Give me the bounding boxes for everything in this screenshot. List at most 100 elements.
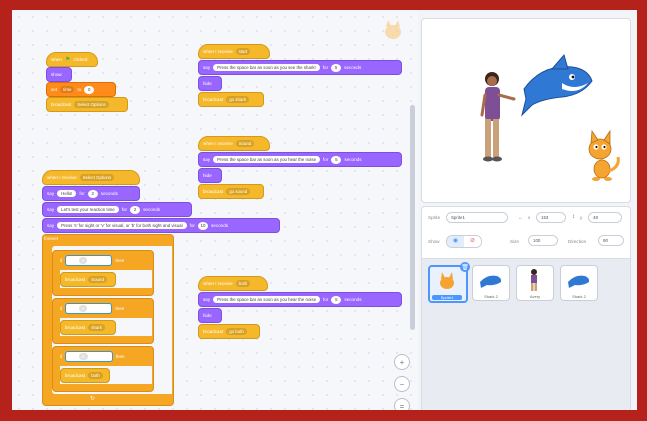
secs-input[interactable]: 5 bbox=[331, 155, 342, 164]
broadcast-block[interactable]: broadcast Select Options bbox=[46, 97, 128, 112]
sprite-list-pane: 🗑 Sprite1 Shark 2 Avery Shark 2 bbox=[421, 258, 631, 410]
secs-input[interactable]: 2 bbox=[87, 189, 98, 198]
value-input[interactable]: 0 bbox=[84, 85, 95, 94]
block-text: say bbox=[47, 223, 55, 228]
block-text: set bbox=[51, 87, 58, 92]
message-dropdown[interactable]: go shark bbox=[226, 96, 250, 103]
broadcast-block[interactable]: broadcast go shark bbox=[198, 92, 264, 107]
block-text: seconds bbox=[344, 157, 362, 162]
block-text: when bbox=[51, 57, 62, 62]
say-for-secs-block[interactable]: say Press the space bar as soon as you h… bbox=[198, 152, 402, 167]
sprite-tile-label: Shark 2 bbox=[484, 294, 498, 299]
message-dropdown[interactable]: Select Options bbox=[79, 174, 115, 181]
visibility-toggle[interactable]: ◉ ⊘ bbox=[446, 235, 482, 248]
size-label: Size bbox=[510, 239, 519, 244]
say-text-input[interactable]: Let's test your reaction time bbox=[57, 206, 119, 213]
say-for-secs-block[interactable]: say Press 's' for sight or 'v' for visua… bbox=[42, 218, 280, 233]
broadcast-block[interactable]: broadcast shark bbox=[60, 320, 116, 335]
say-text-input[interactable]: Press the space bar as soon as you hear … bbox=[213, 296, 321, 303]
say-text-input[interactable]: Hello! bbox=[57, 190, 77, 197]
avery-sprite-icon bbox=[480, 72, 516, 162]
message-dropdown[interactable]: start bbox=[235, 48, 251, 55]
zoom-out-button[interactable]: − bbox=[394, 376, 410, 392]
key-dropdown[interactable]: v bbox=[79, 304, 88, 312]
x-position-field[interactable]: 153 bbox=[536, 212, 566, 223]
hide-eye-icon[interactable]: ⊘ bbox=[464, 236, 481, 247]
zoom-reset-button[interactable]: = bbox=[394, 398, 410, 410]
size-field[interactable]: 100 bbox=[528, 235, 558, 246]
say-text-input[interactable]: Press the space bar as soon as you hear … bbox=[213, 156, 321, 163]
shark-sprite-icon bbox=[521, 53, 593, 117]
block-text: seconds bbox=[210, 223, 229, 228]
hide-block[interactable]: hide bbox=[198, 168, 222, 183]
key-dropdown[interactable]: s bbox=[79, 256, 88, 264]
when-i-receive-block[interactable]: when I receive start bbox=[198, 44, 270, 59]
broadcast-block[interactable]: broadcast Sound bbox=[60, 272, 116, 287]
message-dropdown[interactable]: both bbox=[235, 280, 251, 287]
show-block[interactable]: show bbox=[46, 67, 72, 82]
secs-input[interactable]: 10 bbox=[197, 221, 208, 230]
message-dropdown[interactable]: go sound bbox=[226, 188, 251, 195]
when-i-receive-block[interactable]: when I receive Sound bbox=[198, 136, 270, 151]
key-pressed-sensing-block[interactable]: key b pressed? bbox=[65, 350, 113, 362]
say-for-secs-block[interactable]: say Press the space bar as soon as you s… bbox=[198, 60, 402, 75]
sprite-tile-label: Avery bbox=[529, 294, 541, 299]
block-text: when I receive bbox=[47, 175, 77, 180]
code-area[interactable]: when ⚑ clicked show set time to 0 broadc… bbox=[12, 10, 418, 410]
when-flag-clicked-block[interactable]: when ⚑ clicked bbox=[46, 52, 98, 67]
message-dropdown[interactable]: both bbox=[88, 372, 103, 379]
show-eye-icon[interactable]: ◉ bbox=[447, 236, 464, 247]
message-dropdown[interactable]: go both bbox=[226, 328, 247, 335]
direction-field[interactable]: 90 bbox=[598, 235, 624, 246]
current-sprite-ghost-icon bbox=[385, 20, 401, 39]
say-text-input[interactable]: Press the space bar as soon as you see t… bbox=[213, 64, 320, 71]
message-dropdown[interactable]: Select Options bbox=[74, 101, 109, 108]
sprite-name-field[interactable]: Sprite1 bbox=[446, 212, 508, 223]
block-text: hide bbox=[203, 173, 212, 178]
shark-thumbnail-icon bbox=[568, 275, 590, 288]
say-for-secs-block[interactable]: say Hello! for 2 seconds bbox=[42, 186, 140, 201]
block-text: say bbox=[203, 297, 211, 302]
variable-dropdown[interactable]: time bbox=[60, 86, 75, 93]
message-dropdown[interactable]: Sound bbox=[235, 140, 255, 147]
hide-block[interactable]: hide bbox=[198, 308, 222, 323]
sprite-tile-shark-2-b[interactable]: Shark 2 bbox=[560, 265, 598, 301]
message-dropdown[interactable]: Sound bbox=[88, 276, 107, 283]
key-pressed-sensing-block[interactable]: key s pressed? bbox=[65, 254, 113, 266]
broadcast-block[interactable]: broadcast go both bbox=[198, 324, 260, 339]
stage[interactable] bbox=[421, 18, 631, 203]
block-text: for bbox=[79, 191, 85, 196]
key-dropdown[interactable]: b bbox=[79, 352, 88, 360]
scratch-editor: when ⚑ clicked show set time to 0 broadc… bbox=[12, 10, 637, 410]
zoom-in-button[interactable]: + bbox=[394, 354, 410, 370]
message-dropdown[interactable]: shark bbox=[88, 324, 105, 331]
broadcast-block[interactable]: broadcast go sound bbox=[198, 184, 264, 199]
block-text: seconds bbox=[344, 65, 362, 70]
hide-block[interactable]: hide bbox=[198, 76, 222, 91]
say-for-secs-block[interactable]: say Let's test your reaction time for 2 … bbox=[42, 202, 192, 217]
code-scrollbar[interactable] bbox=[410, 105, 415, 330]
broadcast-block[interactable]: broadcast both bbox=[60, 368, 110, 383]
sprite-tile-shark-2[interactable]: Shark 2 bbox=[472, 265, 510, 301]
say-for-secs-block[interactable]: say Press the space bar as soon as you h… bbox=[198, 292, 402, 307]
block-text: seconds bbox=[344, 297, 362, 302]
y-arrow-icon: ↕ bbox=[572, 214, 575, 220]
say-text-input[interactable]: Press 's' for sight or 'v' for visual, o… bbox=[57, 222, 187, 229]
block-text: show bbox=[51, 72, 62, 77]
size-value: 100 bbox=[533, 238, 541, 243]
delete-sprite-icon[interactable]: 🗑 bbox=[460, 262, 470, 272]
secs-input[interactable]: 5 bbox=[331, 63, 342, 72]
sprite-tile-sprite1[interactable]: 🗑 Sprite1 bbox=[428, 262, 470, 303]
key-pressed-sensing-block[interactable]: key v pressed? bbox=[65, 302, 113, 314]
when-i-receive-block[interactable]: when I receive Select Options bbox=[42, 170, 140, 185]
secs-input[interactable]: 2 bbox=[130, 205, 141, 214]
block-text: then bbox=[115, 257, 125, 263]
block-text: when I receive bbox=[203, 141, 233, 146]
secs-input[interactable]: 5 bbox=[331, 295, 342, 304]
sprite-tile-avery[interactable]: Avery bbox=[516, 265, 554, 301]
green-flag-icon: ⚑ bbox=[64, 57, 71, 63]
set-variable-block[interactable]: set time to 0 bbox=[46, 82, 116, 97]
if-header: if key v pressed? then bbox=[60, 302, 156, 314]
y-position-field[interactable]: 48 bbox=[588, 212, 622, 223]
when-i-receive-block[interactable]: when I receive both bbox=[198, 276, 268, 291]
